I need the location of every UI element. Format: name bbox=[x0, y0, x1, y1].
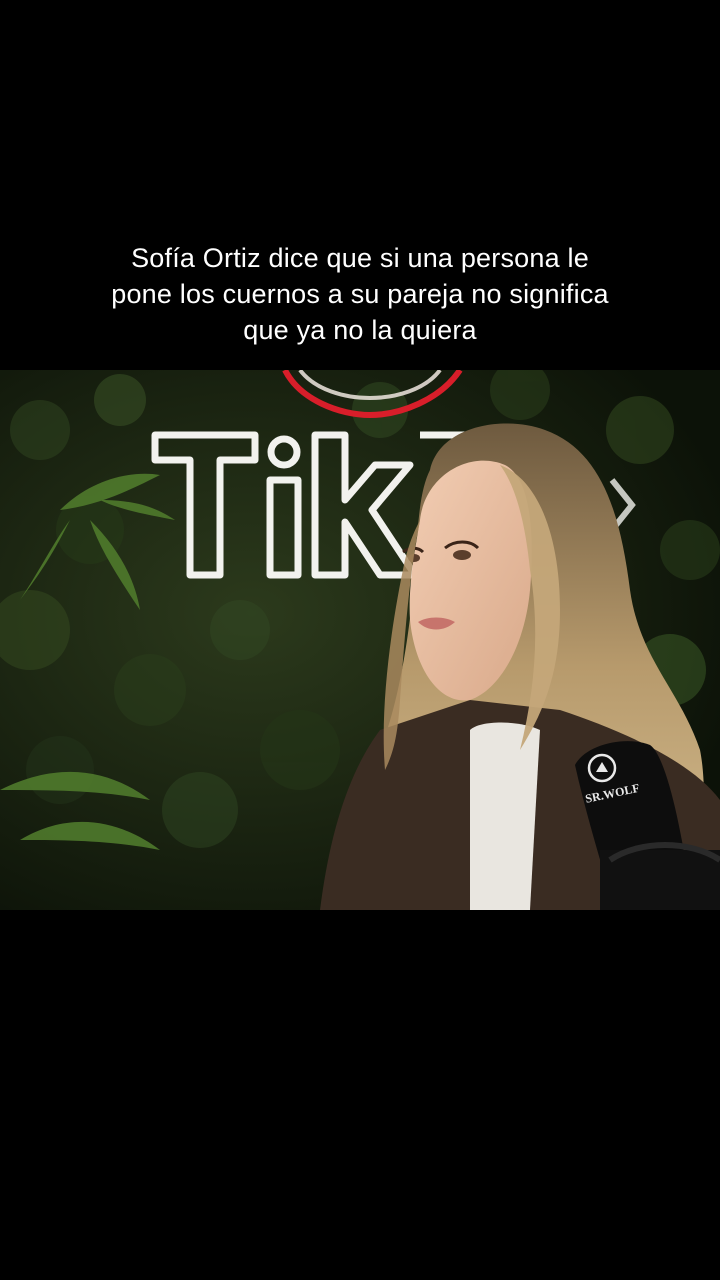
person-shirt bbox=[470, 722, 540, 910]
tiktok-video-screen: Sofía Ortiz dice que si una persona le p… bbox=[0, 0, 720, 1280]
video-still-image: SR.WOLF bbox=[0, 370, 720, 910]
video-frame[interactable]: SR.WOLF bbox=[0, 370, 720, 910]
video-caption: Sofía Ortiz dice que si una persona le p… bbox=[111, 243, 609, 345]
